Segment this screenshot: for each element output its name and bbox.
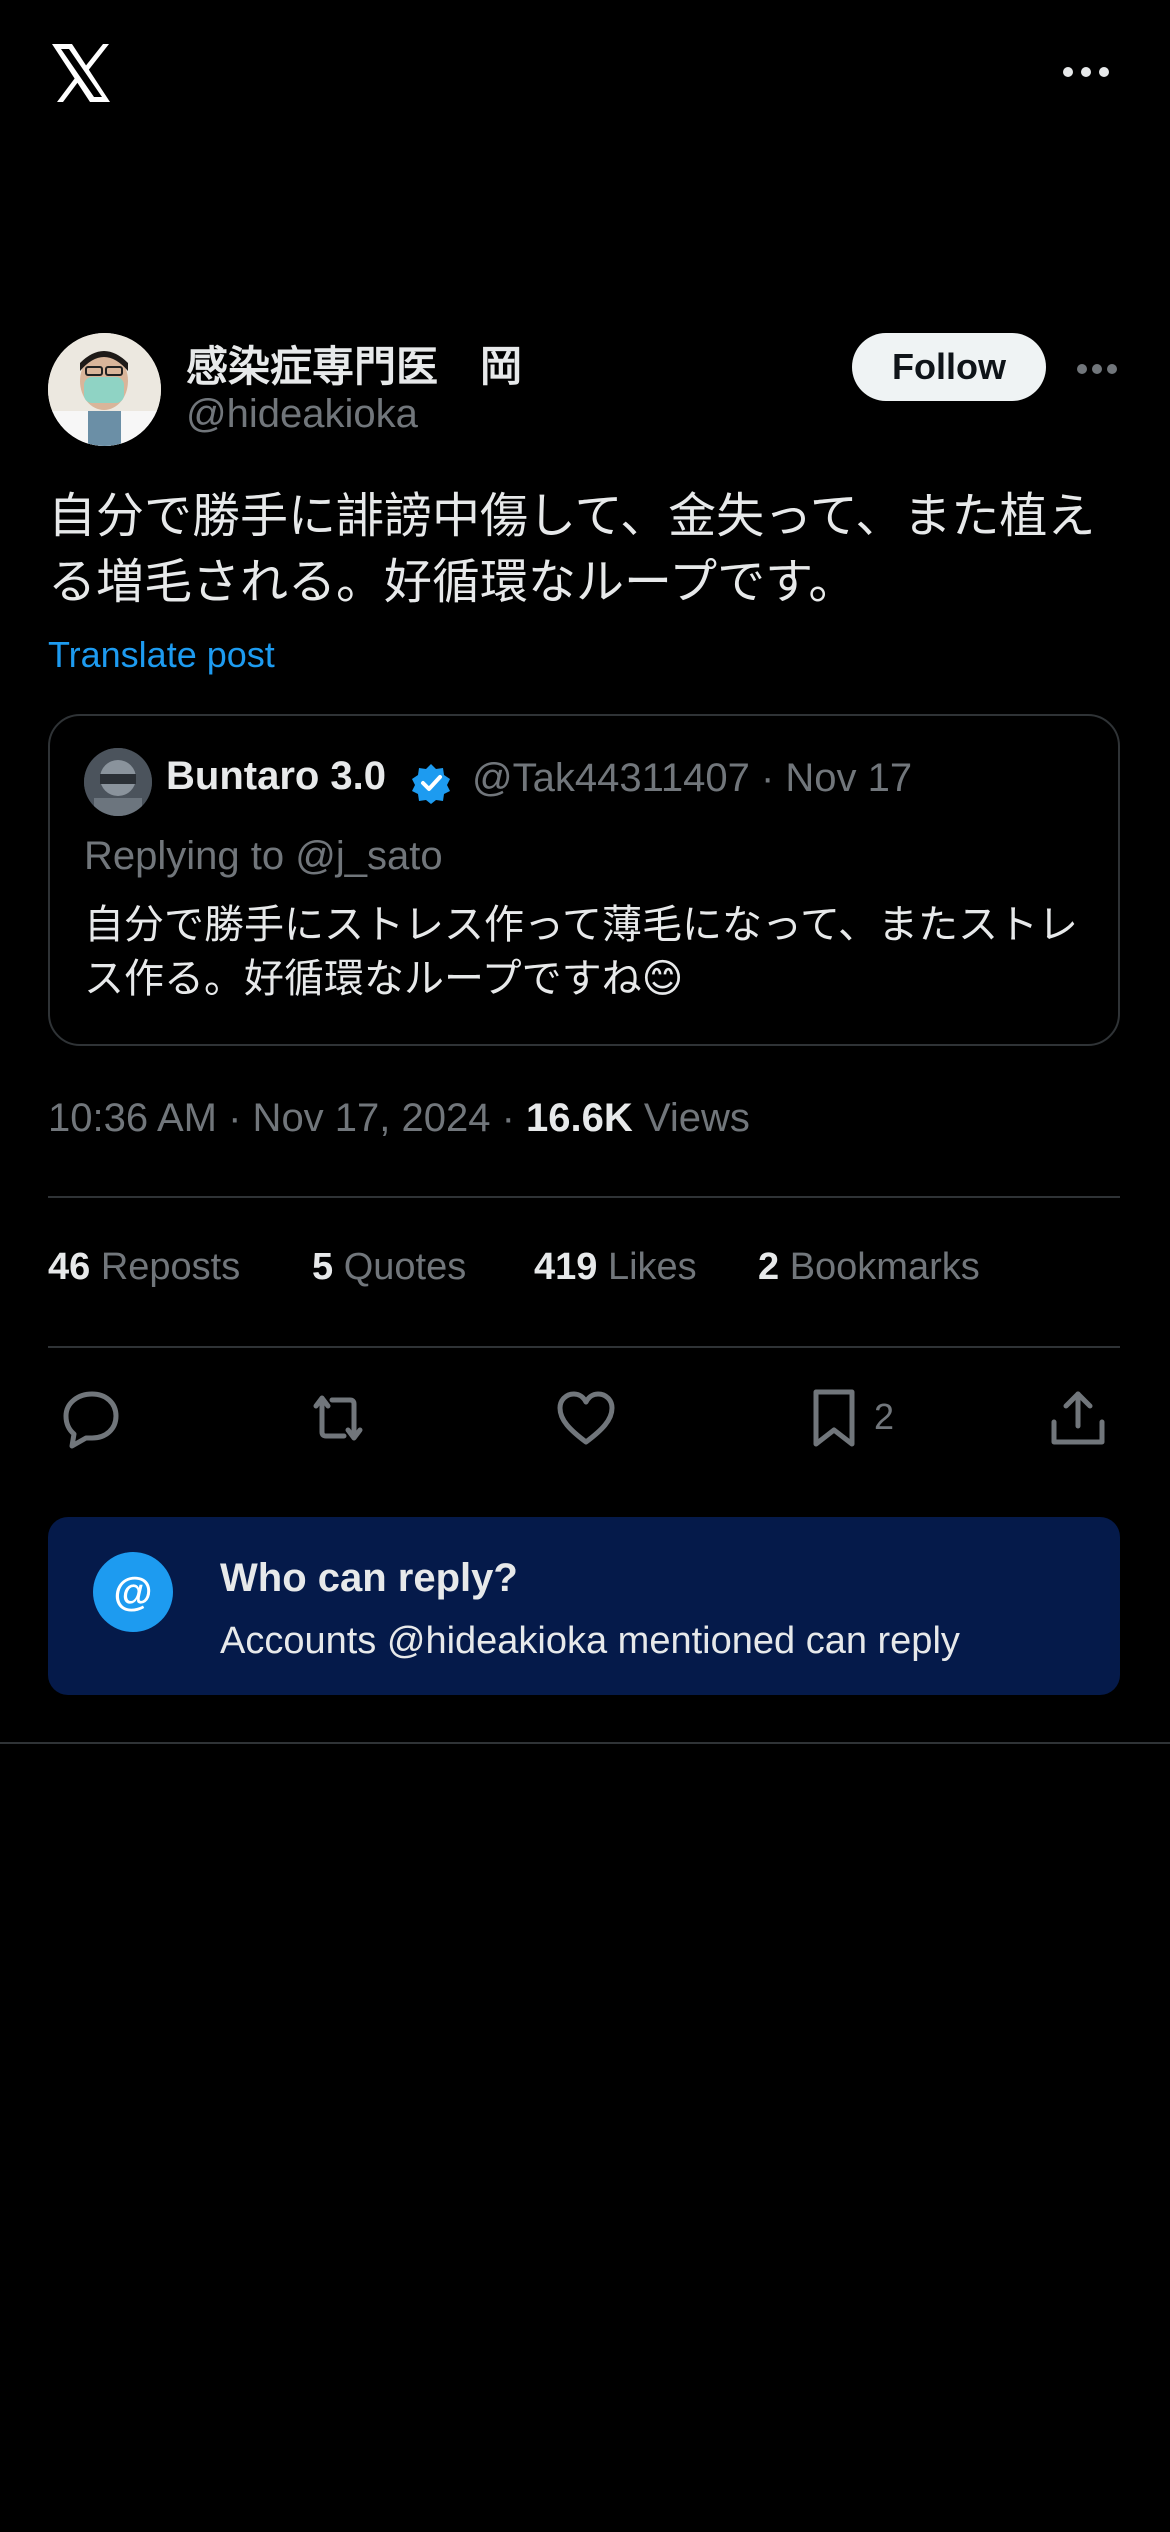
bookmark-count: 2 (874, 1396, 895, 1437)
share-icon[interactable] (1042, 1382, 1114, 1454)
x-logo-icon[interactable] (48, 40, 114, 106)
post-more-icon[interactable] (1076, 362, 1118, 374)
like-icon[interactable] (550, 1382, 622, 1454)
who-can-reply-title: Who can reply? (220, 1556, 518, 1600)
quote-author-name[interactable]: Buntaro 3.0 (166, 754, 386, 799)
author-name[interactable]: 感染症専門医 岡 (186, 333, 522, 394)
verified-badge-icon (410, 762, 452, 804)
bookmarks-count: 2 (758, 1246, 780, 1288)
bookmarks-stat[interactable]: 2 Bookmarks (758, 1246, 980, 1289)
bookmark-icon[interactable] (798, 1382, 870, 1454)
views-label: Views (632, 1096, 750, 1140)
likes-stat[interactable]: 419 Likes (534, 1246, 697, 1289)
author-handle[interactable]: @hideakioka (186, 392, 418, 437)
views-count: 16.6K (526, 1096, 633, 1140)
quote-replying-to: Replying to @j_sato (84, 834, 443, 878)
post-timestamp: 10:36 AM · Nov 17, 2024 · 16.6K Views (48, 1096, 750, 1141)
avatar[interactable] (48, 333, 161, 446)
reply-icon[interactable] (56, 1382, 128, 1454)
translate-post-link[interactable]: Translate post (48, 634, 275, 676)
divider (48, 1196, 1120, 1198)
bookmarks-label: Bookmarks (779, 1246, 980, 1288)
quote-text: 自分で勝手にストレス作って薄毛になって、またストレス作る。好循環なループですね😊 (84, 903, 1078, 1001)
divider (0, 1742, 1170, 1744)
quote-avatar[interactable] (84, 748, 152, 816)
follow-button[interactable]: Follow (852, 333, 1046, 401)
more-horizontal-icon[interactable] (1062, 60, 1110, 84)
at-sign-icon: @ (93, 1552, 173, 1632)
time-date: 10:36 AM · Nov 17, 2024 · (48, 1096, 527, 1140)
likes-label: Likes (597, 1246, 697, 1288)
likes-count: 419 (534, 1246, 598, 1288)
quotes-stat[interactable]: 5 Quotes (312, 1246, 466, 1289)
reposts-stat[interactable]: 46 Reposts (48, 1246, 240, 1289)
post-text: 自分で勝手に誹謗中傷して、金失って、また植える増毛される。好循環なループです。 (48, 490, 1096, 609)
reposts-count: 46 (48, 1246, 91, 1288)
who-can-reply-panel (48, 1517, 1120, 1695)
divider (48, 1346, 1120, 1348)
quotes-count: 5 (312, 1246, 334, 1288)
quotes-label: Quotes (333, 1246, 467, 1288)
who-can-reply-description: Accounts @hideakioka mentioned can reply (220, 1620, 960, 1662)
repost-icon[interactable] (302, 1382, 374, 1454)
quote-meta: @Tak44311407 · Nov 17 (472, 756, 913, 800)
reposts-label: Reposts (90, 1246, 241, 1288)
